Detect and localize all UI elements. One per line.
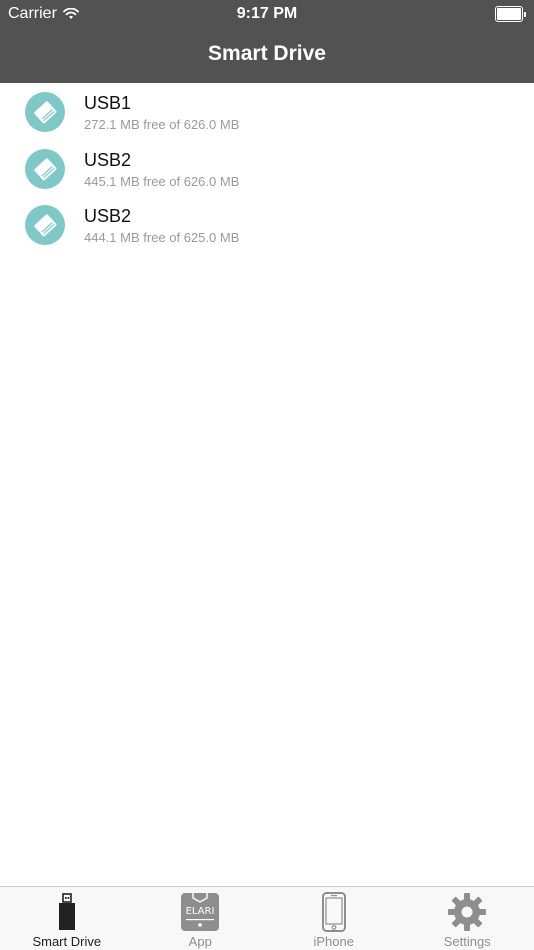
tab-app[interactable]: ELARI App xyxy=(134,887,268,950)
status-bar: Carrier 9:17 PM xyxy=(0,0,534,28)
usb-drive-icon xyxy=(58,893,75,930)
tab-label: iPhone xyxy=(313,934,354,949)
elari-logo-text: ELARI xyxy=(186,906,215,917)
usb-drive-icon xyxy=(25,205,65,245)
drive-row[interactable]: USB1 272.1 MB free of 626.0 MB xyxy=(0,83,534,140)
iphone-icon xyxy=(321,892,346,932)
drive-usage: 272.1 MB free of 626.0 MB xyxy=(84,117,240,132)
tab-iphone[interactable]: iPhone xyxy=(267,887,401,950)
tab-label: Smart Drive xyxy=(32,934,102,949)
page-title: Smart Drive xyxy=(208,42,326,65)
tab-label: Settings xyxy=(443,934,491,949)
tab-label: App xyxy=(188,934,212,949)
drive-list: USB1 272.1 MB free of 626.0 MB USB2 445.… xyxy=(0,83,534,253)
drive-usage: 444.1 MB free of 625.0 MB xyxy=(84,230,240,245)
gear-icon xyxy=(448,893,487,931)
drive-name: USB1 xyxy=(84,93,132,113)
drive-name: USB2 xyxy=(84,206,132,226)
drive-name: USB2 xyxy=(84,149,132,170)
tab-smart-drive[interactable]: Smart Drive xyxy=(0,887,134,950)
battery-icon xyxy=(495,6,526,22)
drive-row[interactable]: USB2 444.1 MB free of 625.0 MB xyxy=(0,196,534,253)
drive-usage: 445.1 MB free of 626.0 MB xyxy=(84,173,240,189)
tab-settings[interactable]: Settings xyxy=(401,887,534,950)
drive-row[interactable]: USB2 445.1 MB free of 626.0 MB xyxy=(0,140,534,197)
usb-drive-icon xyxy=(25,148,65,189)
usb-drive-icon xyxy=(25,92,65,132)
tab-bar: Smart Drive ELARI App iPhone Settings xyxy=(0,886,534,950)
header: Carrier 9:17 PM Smart Drive xyxy=(0,0,534,83)
elari-app-icon: ELARI xyxy=(181,893,220,931)
status-time: 9:17 PM xyxy=(236,5,298,22)
